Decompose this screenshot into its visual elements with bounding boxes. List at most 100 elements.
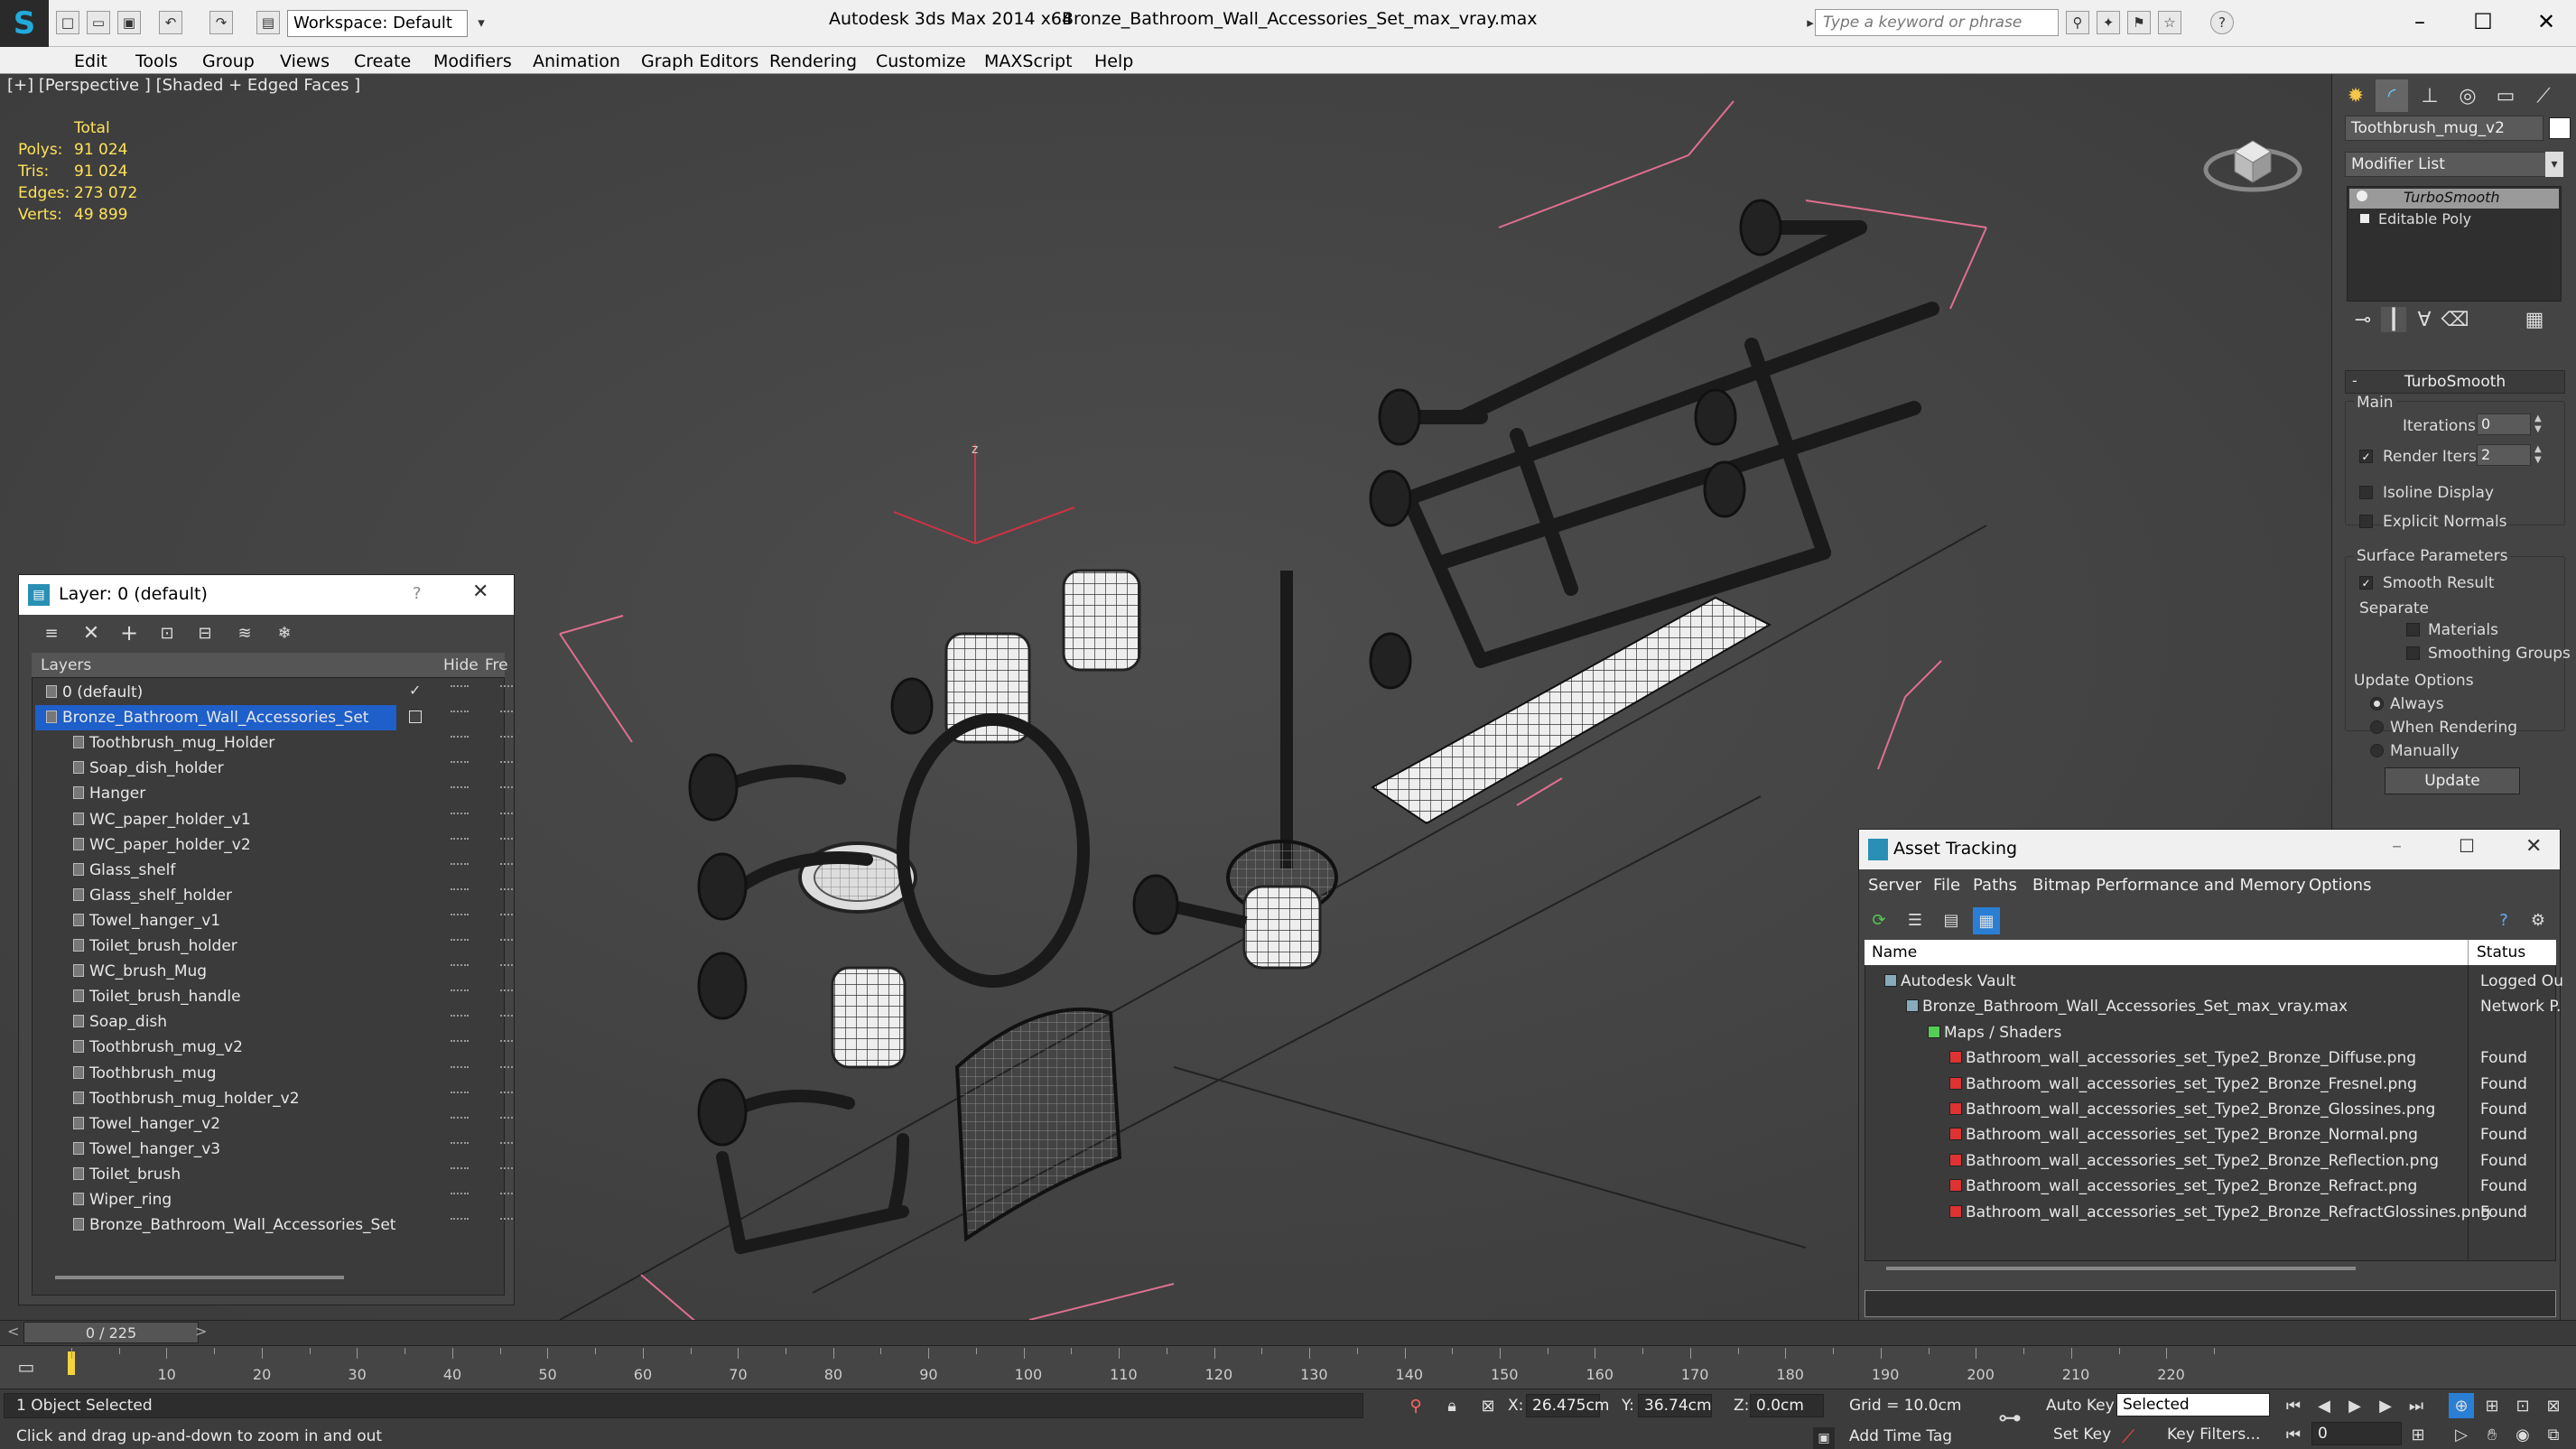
stack-item-editable-poly[interactable]: Editable Poly [2362,210,2471,228]
modify-tab-icon[interactable]: ◜ [2376,79,2408,112]
hide-toggle[interactable] [451,1193,469,1195]
set-current-layer-box[interactable] [409,711,422,724]
asset-row[interactable]: Maps / Shaders [1866,1020,2558,1045]
chevron-down-icon[interactable]: ▾ [470,11,493,34]
close-icon[interactable]: ✕ [2519,4,2573,40]
isoline-checkbox[interactable] [2359,486,2373,499]
freeze-toggle[interactable] [500,1166,513,1170]
hide-toggle[interactable] [451,1015,469,1017]
current-layer-check-icon[interactable]: ✓ [409,682,421,699]
asset-menu-server[interactable]: Server [1868,876,1921,895]
help-icon[interactable]: ? [2210,11,2234,34]
prev-frame-icon[interactable]: < [7,1323,19,1340]
freeze-toggle[interactable] [500,1065,513,1069]
freeze-toggle[interactable] [500,786,513,789]
layer-object-row[interactable]: Towel_hanger_v2 [35,1111,513,1137]
manually-radio[interactable] [2370,744,2384,757]
hide-all-icon[interactable]: ≋ [232,620,257,646]
freeze-toggle[interactable] [500,711,513,713]
play-icon[interactable]: ▶︎ [2342,1393,2367,1418]
menu-graph-editors[interactable]: Graph Editors [641,51,758,71]
go-to-start-icon[interactable]: ⏮ [2281,1393,2306,1418]
hierarchy-tab-icon[interactable]: ⊥ [2413,79,2446,112]
hide-toggle[interactable] [451,736,469,738]
menu-group[interactable]: Group [202,51,255,71]
go-to-end-icon[interactable]: ⏭ [2404,1393,2429,1418]
close-icon[interactable]: ✕ [2525,835,2542,858]
hide-toggle[interactable] [451,964,469,967]
track-bar[interactable]: ▭ 10 20 30 40 50 60 70 80 90 100 110 120 130 140 150 16… [0,1345,2576,1389]
chevron-down-icon[interactable]: ▾ [2545,152,2563,177]
maximize-viewport-icon[interactable]: ⧉ [2541,1422,2566,1447]
asset-row[interactable]: Bathroom_wall_accessories_set_Type2_Bron… [1866,1097,2558,1122]
close-icon[interactable]: ✕ [472,581,488,603]
key-icon[interactable]: ⟋ [2122,1426,2134,1447]
layer-object-row[interactable]: Toilet_brush [35,1162,513,1187]
hide-toggle[interactable] [451,761,469,764]
menu-views[interactable]: Views [280,51,330,71]
time-config-icon[interactable]: ⊞ [2405,1422,2431,1447]
add-time-tag[interactable]: Add Time Tag [1849,1427,1952,1445]
hide-toggle[interactable] [451,1166,469,1170]
next-frame-icon[interactable]: > [195,1323,207,1340]
z-coordinate-field[interactable]: 0.0cm [1750,1394,1824,1417]
layer-dialog-title[interactable]: Layer: 0 (default) [19,575,514,615]
settings-icon[interactable]: ⚙ [2525,907,2551,933]
auto-key-button[interactable]: Auto Key [2046,1397,2115,1415]
layer-object-row[interactable]: WC_brush_Mug [35,959,513,984]
layer-row[interactable]: Bronze_Bathroom_Wall_Accessories_Set [35,705,513,731]
wc-brush-mug[interactable] [1242,885,1322,970]
hide-toggle[interactable] [451,1065,469,1069]
layer-object-row[interactable]: Soap_dish_holder [35,756,513,781]
freeze-toggle[interactable] [500,1141,513,1145]
app-logo-icon[interactable]: S [0,0,49,47]
menu-help[interactable]: Help [1094,51,1133,71]
add-to-layer-icon[interactable]: + [116,620,142,646]
layer-object-row[interactable]: Hanger [35,781,513,806]
utilities-tab-icon[interactable]: ⟋ [2527,79,2560,112]
toothbrush-mug-holder-v2[interactable] [831,966,907,1069]
iterations-spinner[interactable]: ▲ ▼ [2534,413,2542,435]
modifier-list-dropdown[interactable]: Modifier List [2345,152,2562,177]
isolate-selection-icon[interactable]: ⚲ [1405,1395,1427,1416]
freeze-toggle[interactable] [500,685,513,688]
remove-modifier-icon[interactable]: ⌫ [2441,307,2469,332]
materials-checkbox[interactable] [2406,623,2420,636]
lightbulb-icon[interactable] [2357,190,2367,201]
render-iters-input[interactable]: 2 [2477,444,2531,466]
hide-toggle[interactable] [451,685,469,688]
zoom-icon[interactable]: ⊕ [2449,1393,2474,1418]
display-tab-icon[interactable]: ▭ [2489,79,2522,112]
freeze-toggle[interactable] [500,1015,513,1017]
freeze-toggle[interactable] [500,812,513,815]
freeze-toggle[interactable] [500,1193,513,1195]
menu-modifiers[interactable]: Modifiers [433,51,512,71]
new-file-icon[interactable]: □ [56,11,79,34]
menu-create[interactable]: Create [354,51,411,71]
rollout-turbosmooth[interactable]: TurboSmooth [2345,370,2565,394]
freeze-toggle[interactable] [500,1091,513,1094]
when-rendering-radio[interactable] [2370,720,2384,734]
col-layers[interactable]: Layers [41,656,91,674]
smoothing-groups-checkbox[interactable] [2406,646,2420,660]
absolute-mode-icon[interactable]: ⊠ [1477,1395,1499,1416]
show-end-result-icon[interactable]: ┃ [2381,307,2406,332]
freeze-toggle[interactable] [500,887,513,891]
freeze-toggle[interactable] [500,964,513,967]
layer-object-row[interactable]: Toothbrush_mug_Holder [35,730,513,756]
create-tab-icon[interactable]: ✹ [2339,79,2372,112]
asset-row[interactable]: Bathroom_wall_accessories_set_Type2_Bron… [1866,1072,2558,1097]
layer-object-row[interactable]: Toothbrush_mug_holder_v2 [35,1086,513,1111]
help-icon[interactable]: ? [413,584,422,603]
asset-menu-file[interactable]: File [1933,876,1960,895]
explicit-normals-checkbox[interactable] [2359,515,2373,528]
freeze-toggle[interactable] [500,1040,513,1043]
viewport-label[interactable]: [+] [Perspective ] [Shaded + Edged Faces… [7,76,360,95]
asset-dialog-title[interactable]: Asset Tracking [1859,830,2560,869]
freeze-toggle[interactable] [500,939,513,942]
hide-toggle[interactable] [451,1091,469,1094]
minimize-icon[interactable]: – [2393,4,2447,40]
hide-toggle[interactable] [451,786,469,789]
set-key-button[interactable]: Set Key [2053,1426,2111,1444]
stack-item-turbosmooth[interactable]: TurboSmooth [2349,189,2559,209]
